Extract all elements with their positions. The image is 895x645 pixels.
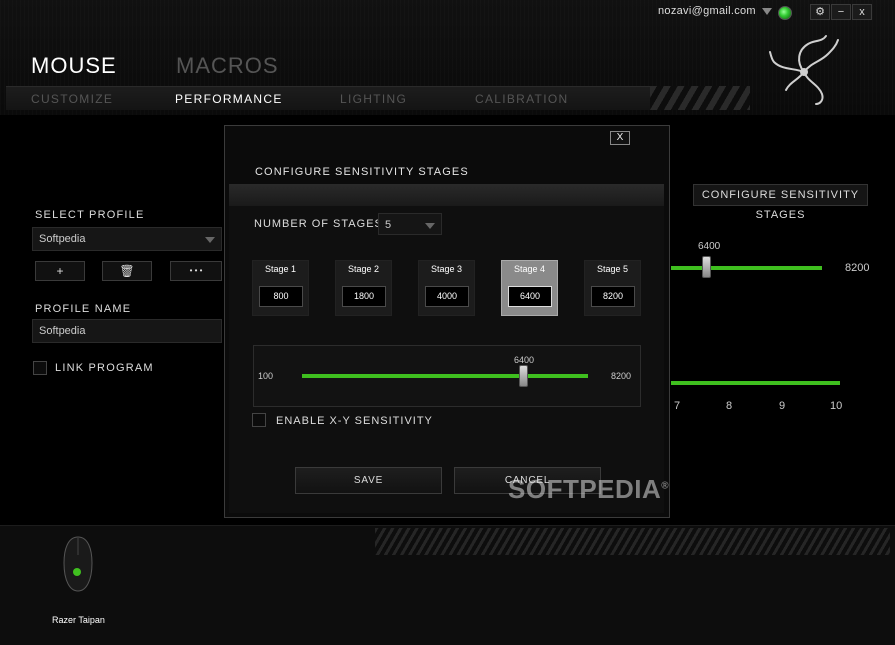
online-status-icon[interactable] <box>778 6 792 20</box>
chevron-down-icon <box>205 237 215 243</box>
stage-card[interactable]: Stage 2 1800 <box>335 260 392 316</box>
stage-name: Stage 3 <box>430 264 463 274</box>
close-button[interactable]: x <box>852 4 872 20</box>
sensitivity-max-value: 8200 <box>845 262 870 274</box>
mouse-device-icon[interactable] <box>60 535 96 593</box>
save-button[interactable]: SAVE <box>295 467 442 494</box>
stage-value-input[interactable]: 8200 <box>591 286 635 307</box>
device-name: Razer Taipan <box>52 615 105 625</box>
dialog-title-band <box>229 184 664 206</box>
account-dropdown-icon[interactable] <box>762 8 772 15</box>
profile-name-value: Softpedia <box>39 325 86 337</box>
subtab-customize[interactable]: CUSTOMIZE <box>31 92 113 106</box>
sensitivity-slider-track[interactable] <box>670 266 822 270</box>
subtab-lighting[interactable]: LIGHTING <box>340 92 407 106</box>
polling-slider-track[interactable] <box>670 381 840 385</box>
number-of-stages-value: 5 <box>385 219 392 231</box>
profile-name-field[interactable]: Softpedia <box>32 319 222 343</box>
stage-value-input[interactable]: 4000 <box>425 286 469 307</box>
decorative-stripes <box>375 528 890 555</box>
more-options-button[interactable]: • • • <box>170 261 222 281</box>
number-of-stages-label: NUMBER OF STAGES <box>254 218 383 230</box>
razer-logo-icon <box>769 35 839 105</box>
settings-icon[interactable]: ⚙ <box>810 4 830 20</box>
select-profile-label: SELECT PROFILE <box>35 209 145 221</box>
sensitivity-slider-thumb[interactable] <box>702 256 711 278</box>
chevron-down-icon <box>425 223 435 229</box>
link-program-label: LINK PROGRAM <box>55 362 154 374</box>
profile-select[interactable]: Softpedia <box>32 227 222 251</box>
configure-sensitivity-button[interactable]: CONFIGURE SENSITIVITY STAGES <box>693 184 868 221</box>
enable-xy-label: ENABLE X-Y SENSITIVITY <box>276 415 433 427</box>
profile-select-value: Softpedia <box>39 233 86 245</box>
tick-label: 8 <box>726 400 733 412</box>
stage-name: Stage 5 <box>596 264 629 274</box>
subtab-calibration[interactable]: CALIBRATION <box>475 92 568 106</box>
link-program-checkbox[interactable] <box>33 361 47 375</box>
sensitivity-current-value: 6400 <box>698 241 721 252</box>
softpedia-watermark: SOFTPEDIA® <box>508 474 670 504</box>
slider-min-value: 100 <box>258 371 274 381</box>
minimize-button[interactable]: − <box>831 4 851 20</box>
number-of-stages-select[interactable]: 5 <box>378 213 442 235</box>
window-controls: ⚙ − x <box>810 4 872 20</box>
account-email[interactable]: nozavi@gmail.com <box>658 5 756 17</box>
stage-card[interactable]: Stage 5 8200 <box>584 260 641 316</box>
tab-macros[interactable]: MACROS <box>176 53 279 79</box>
dialog-title: CONFIGURE SENSITIVITY STAGES <box>255 166 469 178</box>
stage-name: Stage 2 <box>347 264 380 274</box>
tab-mouse[interactable]: MOUSE <box>31 53 117 79</box>
profile-name-label: PROFILE NAME <box>35 303 132 315</box>
dialog-close-button[interactable]: X <box>610 131 630 145</box>
enable-xy-checkbox[interactable] <box>252 413 266 427</box>
stage-card-selected[interactable]: Stage 4 6400 <box>501 260 558 316</box>
stage-slider-thumb[interactable] <box>519 365 528 387</box>
tick-label: 9 <box>779 400 786 412</box>
stage-value-input[interactable]: 1800 <box>342 286 386 307</box>
decorative-stripes <box>650 86 750 110</box>
stage-name: Stage 4 <box>513 264 546 274</box>
tick-label: 7 <box>674 400 681 412</box>
stage-name: Stage 1 <box>264 264 297 274</box>
stage-slider-track[interactable] <box>302 374 588 378</box>
slider-current-value: 6400 <box>514 355 535 365</box>
subtab-performance[interactable]: PERFORMANCE <box>175 92 283 106</box>
tick-label: 10 <box>830 400 843 412</box>
add-profile-button[interactable]: + <box>35 261 85 281</box>
delete-profile-button[interactable]: 🗑 <box>102 261 152 281</box>
slider-max-value: 8200 <box>611 371 632 381</box>
stage-value-input[interactable]: 800 <box>259 286 303 307</box>
stage-card[interactable]: Stage 1 800 <box>252 260 309 316</box>
stage-card[interactable]: Stage 3 4000 <box>418 260 475 316</box>
stage-value-input[interactable]: 6400 <box>508 286 552 307</box>
